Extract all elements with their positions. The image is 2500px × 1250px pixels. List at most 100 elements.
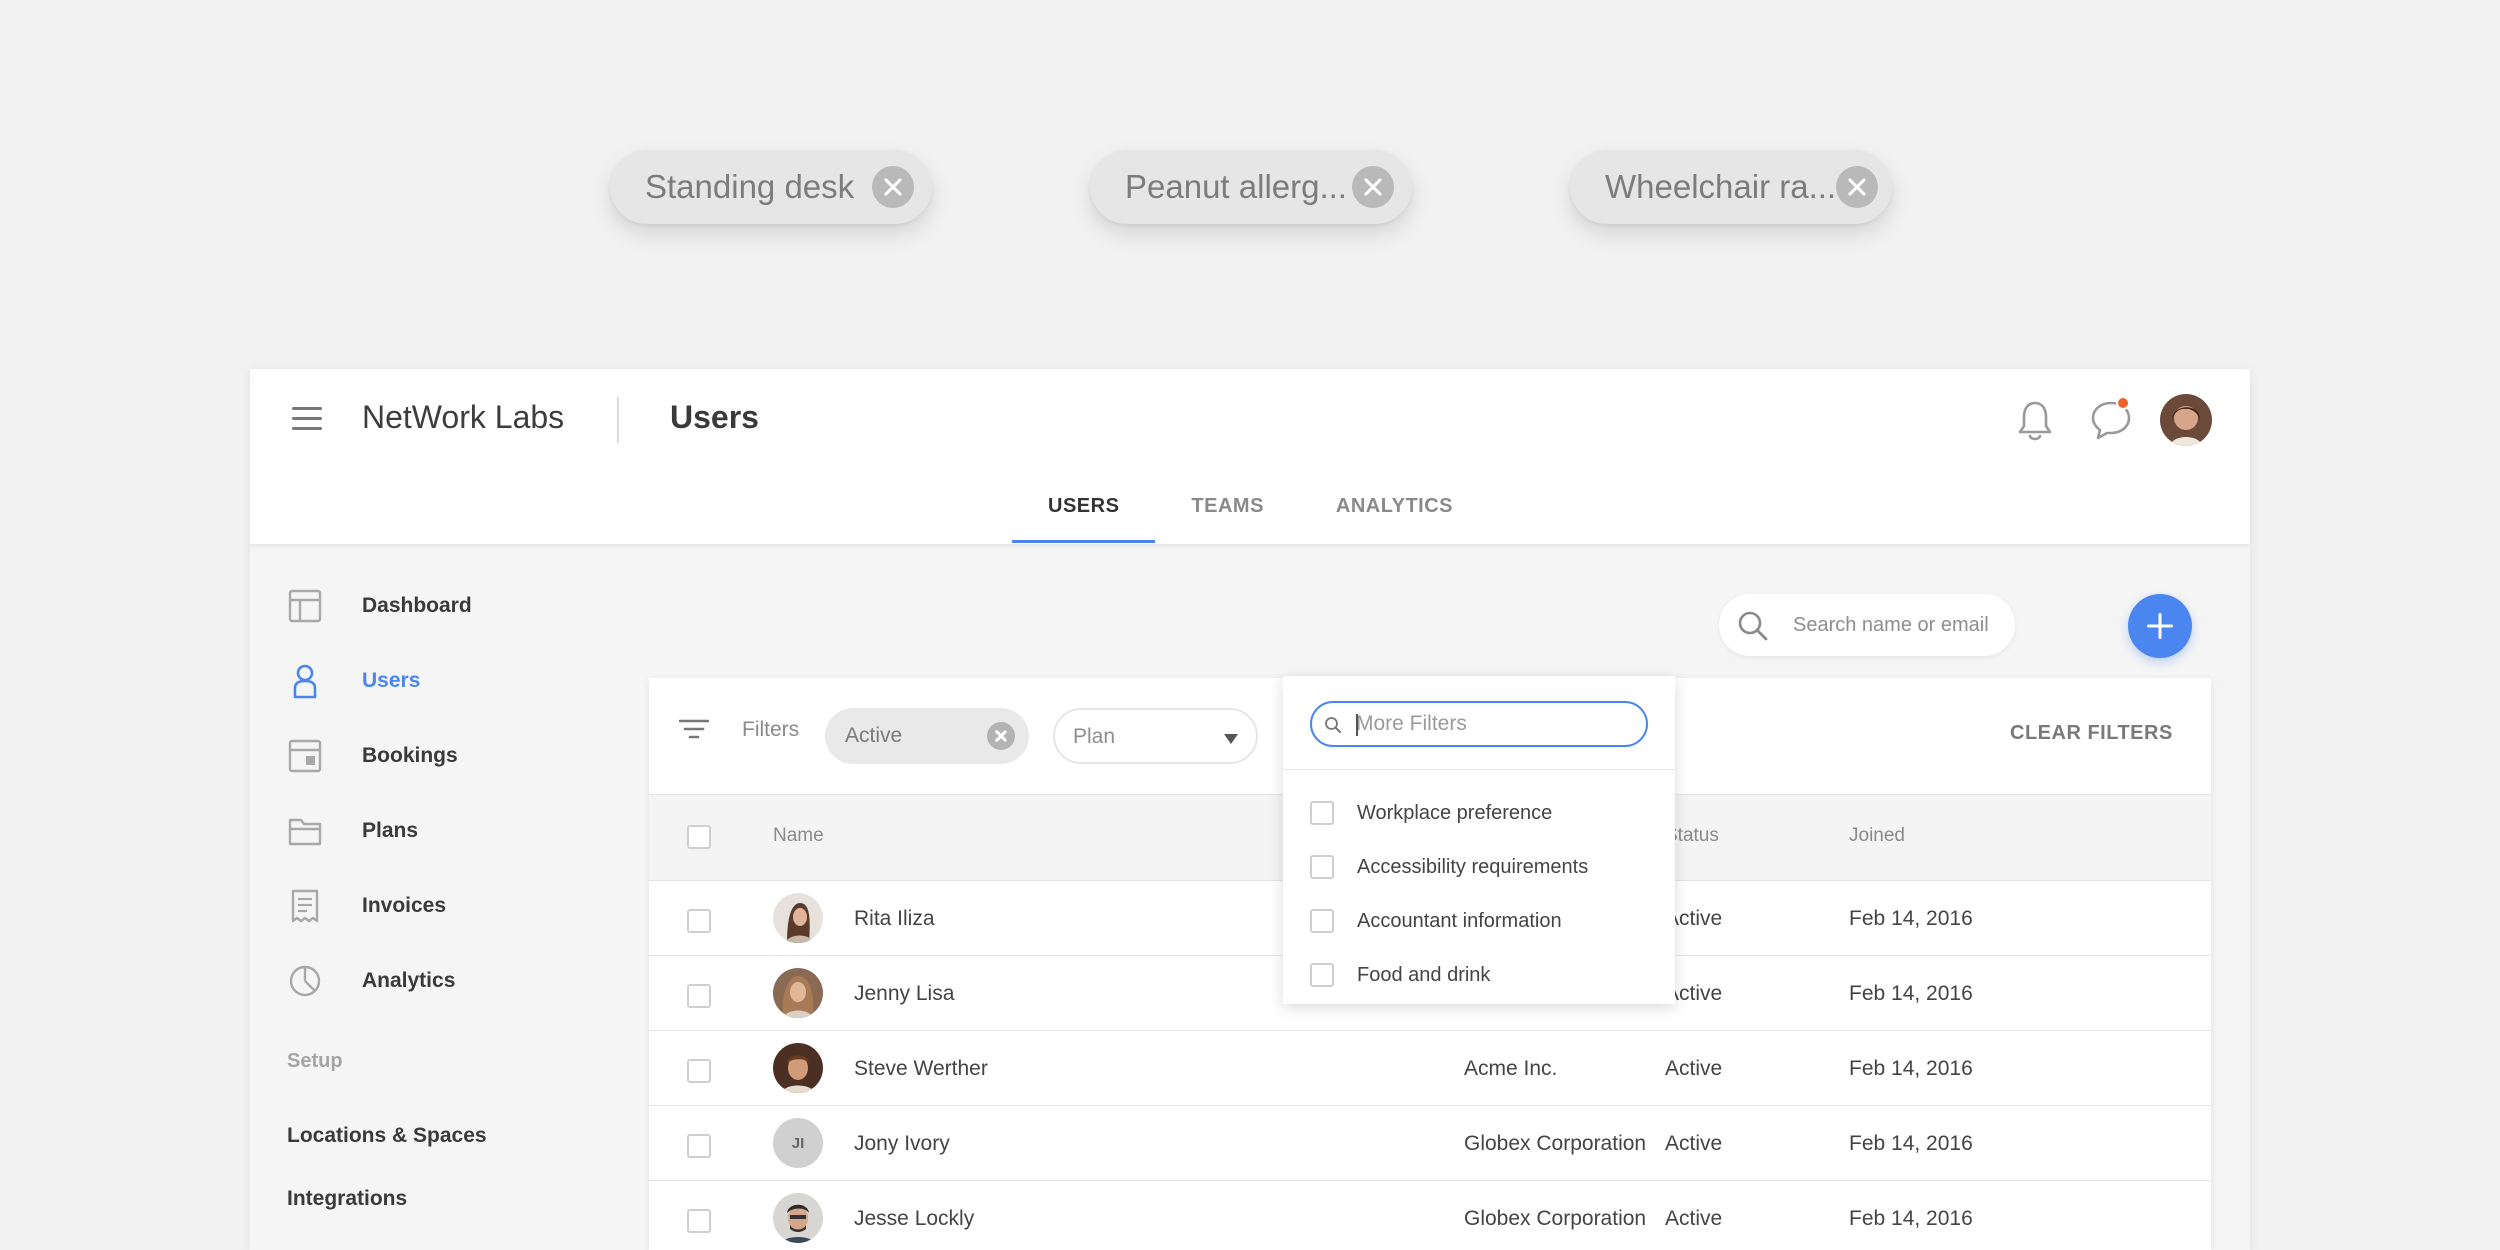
tab-bar: USERS TEAMS ANALYTICS xyxy=(1012,484,1489,544)
column-header-name[interactable]: Name xyxy=(773,825,824,847)
user-status: Active xyxy=(1665,1132,1723,1155)
user-joined: Feb 14, 2016 xyxy=(1849,907,1973,930)
tag-chip-peanut-allergy[interactable]: Peanut allerg... xyxy=(1090,150,1412,224)
avatar xyxy=(773,968,823,1018)
tag-chip-wheelchair-ramp[interactable]: Wheelchair ra... xyxy=(1570,150,1892,224)
chevron-down-icon xyxy=(1224,734,1238,744)
user-joined: Feb 14, 2016 xyxy=(1849,1132,1973,1155)
user-name[interactable]: Steve Werther xyxy=(854,1057,988,1081)
user-joined: Feb 14, 2016 xyxy=(1849,1207,1973,1230)
filter-option-food-and-drink[interactable]: Food and drink xyxy=(1310,959,1650,991)
tab-teams[interactable]: TEAMS xyxy=(1155,484,1300,544)
more-filters-search[interactable] xyxy=(1310,701,1648,747)
user-company: Globex Corporation xyxy=(1464,1207,1647,1230)
user-icon xyxy=(293,664,317,699)
filter-option-accessibility-requirements[interactable]: Accessibility requirements xyxy=(1310,851,1650,883)
user-name[interactable]: Jony Ivory xyxy=(854,1132,950,1156)
filter-option-label: Food and drink xyxy=(1357,964,1491,986)
sidebar-item-label: Bookings xyxy=(362,744,458,767)
status-filter-chip[interactable]: Active xyxy=(825,708,1029,764)
sidebar-item-label: Dashboard xyxy=(362,594,472,617)
user-name[interactable]: Rita Iliza xyxy=(854,907,935,931)
remove-icon[interactable] xyxy=(1352,166,1394,208)
sidebar-item-label: Invoices xyxy=(362,894,447,917)
user-status: Active xyxy=(1665,1057,1723,1080)
row-checkbox[interactable] xyxy=(687,1209,711,1233)
filter-option-checkbox[interactable] xyxy=(1310,801,1334,825)
table-row[interactable]: JI Jony Ivory Globex Corporation Active … xyxy=(649,1106,2211,1181)
more-filters-input[interactable] xyxy=(1356,711,1636,737)
plan-select[interactable]: Plan xyxy=(1053,708,1258,764)
setup-section-label: Setup xyxy=(287,1050,343,1072)
filter-option-checkbox[interactable] xyxy=(1310,963,1334,987)
sidebar-item-dashboard[interactable]: Dashboard xyxy=(250,578,610,634)
sidebar-item-invoices[interactable]: Invoices xyxy=(250,878,610,934)
user-name[interactable]: Jenny Lisa xyxy=(854,982,954,1006)
search-input[interactable] xyxy=(1793,608,2003,642)
remove-icon[interactable] xyxy=(987,722,1015,750)
row-checkbox[interactable] xyxy=(687,1059,711,1083)
tag-chip-label: Peanut allerg... xyxy=(1125,168,1347,205)
dropdown-divider xyxy=(1283,769,1675,770)
sidebar-link-integrations[interactable]: Integrations xyxy=(287,1187,407,1211)
sidebar-item-plans[interactable]: Plans xyxy=(250,803,610,859)
sidebar-item-analytics[interactable]: Analytics xyxy=(250,953,610,1009)
plan-select-label: Plan xyxy=(1073,725,1116,748)
user-joined: Feb 14, 2016 xyxy=(1849,982,1973,1005)
clear-filters-button[interactable]: CLEAR FILTERS xyxy=(2010,722,2173,745)
tag-chip-label: Standing desk xyxy=(645,168,855,205)
page-title: Users xyxy=(670,399,759,435)
pie-chart-icon xyxy=(289,965,321,997)
bookings-icon xyxy=(288,739,322,773)
dashboard-icon xyxy=(288,589,322,623)
avatar-initials: JI xyxy=(773,1118,823,1168)
menu-icon[interactable] xyxy=(292,407,322,431)
avatar xyxy=(773,893,823,943)
sidebar-item-label: Users xyxy=(362,669,421,692)
search-icon xyxy=(1325,717,1341,733)
sidebar-link-locations[interactable]: Locations & Spaces xyxy=(287,1124,487,1148)
filters-label: Filters xyxy=(742,718,800,741)
table-row[interactable]: Steve Werther Acme Inc. Active Feb 14, 2… xyxy=(649,1031,2211,1106)
avatar xyxy=(773,1043,823,1093)
filter-icon[interactable] xyxy=(679,718,709,740)
more-filters-dropdown: Workplace preference Accessibility requi… xyxy=(1283,676,1675,1004)
folder-icon xyxy=(288,818,322,846)
sidebar-item-bookings[interactable]: Bookings xyxy=(250,728,610,784)
filter-option-label: Workplace preference xyxy=(1357,802,1553,824)
app-window: NetWork Labs Users USERS TEAMS ANALYTICS xyxy=(250,369,2250,1250)
select-all-checkbox[interactable] xyxy=(687,825,711,849)
column-header-joined[interactable]: Joined xyxy=(1849,825,1905,847)
user-name[interactable]: Jesse Lockly xyxy=(854,1207,974,1231)
sidebar-item-label: Plans xyxy=(362,819,419,842)
row-checkbox[interactable] xyxy=(687,1134,711,1158)
row-checkbox[interactable] xyxy=(687,984,711,1008)
remove-icon[interactable] xyxy=(1836,166,1879,208)
filter-option-workplace-preference[interactable]: Workplace preference xyxy=(1310,797,1650,829)
bell-icon[interactable] xyxy=(2015,399,2055,443)
tag-chip-standing-desk[interactable]: Standing desk xyxy=(610,150,932,224)
brand-name: NetWork Labs xyxy=(362,399,565,435)
user-company: Acme Inc. xyxy=(1464,1057,1558,1080)
filter-option-label: Accountant information xyxy=(1357,910,1562,932)
sidebar-item-label: Analytics xyxy=(362,969,456,992)
filter-option-checkbox[interactable] xyxy=(1310,855,1334,879)
row-checkbox[interactable] xyxy=(687,909,711,933)
user-status: Active xyxy=(1665,1207,1723,1230)
filter-option-label: Accessibility requirements xyxy=(1357,856,1589,878)
add-user-button[interactable] xyxy=(2128,594,2192,658)
avatar xyxy=(773,1193,823,1243)
user-joined: Feb 14, 2016 xyxy=(1849,1057,1973,1080)
tab-analytics[interactable]: ANALYTICS xyxy=(1300,484,1489,544)
filter-option-accountant-information[interactable]: Accountant information xyxy=(1310,905,1650,937)
search-icon xyxy=(1738,611,1768,641)
header-divider xyxy=(617,397,619,443)
avatar[interactable] xyxy=(2160,394,2212,446)
search-box[interactable] xyxy=(1719,594,2015,656)
filter-option-checkbox[interactable] xyxy=(1310,909,1334,933)
tab-users[interactable]: USERS xyxy=(1012,484,1156,544)
invoice-icon xyxy=(291,889,319,923)
remove-icon[interactable] xyxy=(872,166,914,208)
sidebar-item-users[interactable]: Users xyxy=(250,653,610,709)
table-row[interactable]: Jesse Lockly Globex Corporation Active F… xyxy=(649,1181,2211,1250)
